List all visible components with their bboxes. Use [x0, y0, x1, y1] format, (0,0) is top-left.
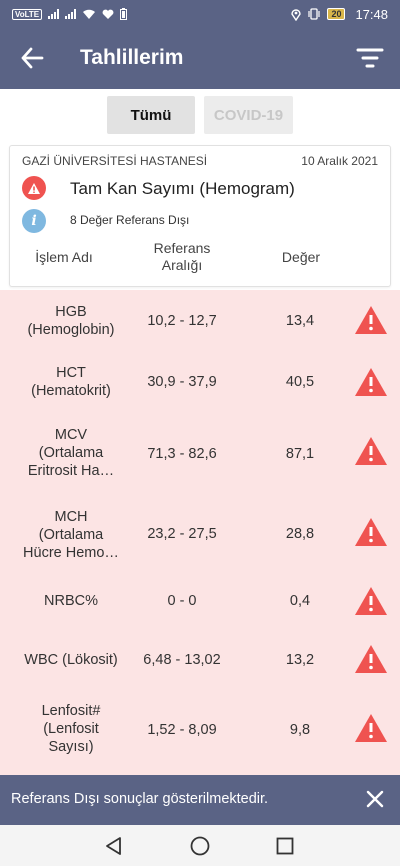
result-row[interactable]: WBC (Lökosit) 6,48 - 13,02 13,2	[0, 630, 400, 686]
alert-icon[interactable]	[354, 517, 388, 547]
out-of-range-summary: 8 Değer Referans Dışı	[70, 213, 190, 227]
alert-icon[interactable]	[354, 305, 388, 335]
column-header-reference-line1: Referans	[153, 240, 211, 256]
result-name-line: MCH	[54, 509, 88, 525]
result-name-line: WBC (Lökosit)	[24, 652, 118, 668]
result-row[interactable]: MCV (Ortalama Eritrosit Ha… 71,3 - 82,6 …	[0, 414, 400, 494]
result-value: 40,5	[285, 374, 315, 390]
result-name-line: (Lenfosit	[43, 721, 99, 737]
result-name-line: Lenfosit#	[41, 703, 101, 719]
heart-icon	[102, 9, 114, 19]
tab-covid-19[interactable]: COVID-19	[204, 96, 293, 134]
result-reference: 71,3 - 82,6	[147, 446, 217, 462]
column-header-name: İşlem Adı	[35, 249, 93, 265]
vibrate-icon	[308, 8, 321, 20]
result-reference: 6,48 - 13,02	[143, 652, 221, 668]
result-value: 0,4	[289, 593, 311, 609]
test-summary-card[interactable]: GAZİ ÜNİVERSİTESİ HASTANESİ 10 Aralık 20…	[9, 145, 391, 287]
app-bar: Tahlillerim	[0, 28, 400, 89]
nav-recents-icon[interactable]	[274, 835, 296, 857]
result-name: MCH (Ortalama Hücre Hemo…	[10, 508, 132, 562]
status-right: 20 17:48	[291, 7, 388, 22]
result-name: MCV (Ortalama Eritrosit Ha…	[10, 426, 132, 480]
result-name: WBC (Lökosit)	[10, 651, 132, 669]
close-icon[interactable]	[366, 790, 384, 808]
alert-icon[interactable]	[354, 713, 388, 743]
column-header-reference-line2: Aralığı	[161, 257, 203, 273]
result-name-line: (Hemoglobin)	[27, 322, 115, 338]
result-value: 87,1	[285, 446, 315, 462]
result-row[interactable]: Lenfosit# (Lenfosit Sayısı) 1,52 - 8,09 …	[0, 686, 400, 775]
column-header-reference: Referans Aralığı	[138, 240, 226, 274]
result-row[interactable]: MCH (Ortalama Hücre Hemo… 23,2 - 27,5 28…	[0, 494, 400, 572]
hospital-name: GAZİ ÜNİVERSİTESİ HASTANESİ	[22, 154, 208, 168]
snackbar-text: Referans Dışı sonuçlar gösterilmektedir.	[11, 791, 269, 807]
battery-saver-icon	[120, 8, 128, 20]
nav-back-icon[interactable]	[103, 835, 125, 857]
result-name-line: HGB	[55, 304, 87, 320]
alert-icon[interactable]	[354, 586, 388, 616]
tab-all[interactable]: Tümü	[107, 96, 195, 134]
snackbar: Referans Dışı sonuçlar gösterilmektedir.	[0, 775, 400, 825]
warning-icon	[22, 176, 46, 200]
result-name: HGB (Hemoglobin)	[10, 303, 132, 339]
signal-2-icon	[65, 9, 77, 19]
result-name-line: (Ortalama	[38, 527, 104, 543]
status-left: VoLTE	[12, 8, 128, 20]
alert-icon[interactable]	[354, 367, 388, 397]
result-value: 9,8	[289, 722, 311, 738]
system-nav-bar	[0, 825, 400, 866]
alert-icon[interactable]	[354, 436, 388, 466]
nav-home-icon[interactable]	[189, 835, 211, 857]
test-date: 10 Aralık 2021	[301, 154, 378, 168]
location-icon	[291, 8, 302, 21]
result-reference: 0 - 0	[167, 593, 197, 609]
battery-icon: 20	[327, 8, 346, 20]
page-title: Tahlillerim	[80, 46, 184, 69]
result-name-line: Eritrosit Ha…	[27, 463, 115, 479]
result-reference: 1,52 - 8,09	[147, 722, 217, 738]
test-name: Tam Kan Sayımı (Hemogram)	[70, 179, 295, 198]
result-name-line: HCT	[56, 365, 86, 381]
alert-icon[interactable]	[354, 644, 388, 674]
result-name: HCT (Hematokrit)	[10, 364, 132, 400]
filter-tabs: Tümü COVID-19	[0, 96, 400, 136]
result-value: 13,2	[285, 652, 315, 668]
result-row[interactable]: NRBC% 0 - 0 0,4	[0, 572, 400, 630]
arrow-back-icon	[21, 47, 44, 69]
volte-indicator: VoLTE	[12, 8, 43, 20]
result-reference: 23,2 - 27,5	[147, 526, 217, 542]
result-name-line: Sayısı)	[48, 739, 94, 755]
signal-icon	[48, 9, 60, 19]
result-value: 28,8	[285, 526, 315, 542]
result-row[interactable]: HCT (Hematokrit) 30,9 - 37,9 40,5	[0, 352, 400, 414]
result-name-line: NRBC%	[44, 593, 98, 609]
result-value: 13,4	[285, 313, 315, 329]
result-reference: 30,9 - 37,9	[147, 374, 217, 390]
info-icon: i	[22, 209, 46, 233]
result-name-line: (Hematokrit)	[31, 383, 111, 399]
column-header-value: Değer	[281, 249, 321, 265]
filter-button[interactable]	[356, 45, 384, 71]
back-button[interactable]	[20, 44, 46, 72]
status-time: 17:48	[355, 6, 388, 22]
results-list: HGB (Hemoglobin) 10,2 - 12,7 13,4 HCT (H…	[0, 290, 400, 775]
result-name: NRBC%	[10, 592, 132, 610]
result-name-line: (Ortalama	[38, 445, 104, 461]
status-bar: VoLTE 20 17:48	[0, 0, 400, 28]
wifi-icon	[83, 9, 96, 19]
result-reference: 10,2 - 12,7	[147, 313, 217, 329]
filter-icon	[356, 48, 384, 68]
result-name: Lenfosit# (Lenfosit Sayısı)	[10, 702, 132, 756]
result-name-line: MCV	[54, 427, 88, 443]
result-row[interactable]: HGB (Hemoglobin) 10,2 - 12,7 13,4	[0, 290, 400, 352]
result-name-line: Hücre Hemo…	[23, 545, 119, 561]
